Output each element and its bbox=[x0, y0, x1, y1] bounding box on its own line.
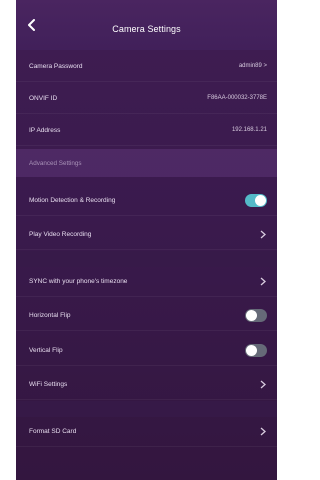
sync-timezone-label: SYNC with your phone's timezone bbox=[29, 277, 128, 285]
format-sd-card-row[interactable]: Format SD Card bbox=[16, 415, 277, 447]
camera-settings-screen: Camera Settings Camera Password admin89 … bbox=[16, 0, 277, 480]
ip-address-value: 192.168.1.21 bbox=[231, 127, 267, 133]
chevron-right-icon bbox=[259, 229, 267, 239]
advanced-settings-header: Advanced Settings bbox=[16, 149, 277, 177]
camera-password-row[interactable]: Camera Password admin89 > bbox=[16, 50, 277, 82]
wifi-settings-label: WiFi Settings bbox=[29, 380, 68, 388]
camera-password-value: admin89 > bbox=[238, 63, 267, 69]
horizontal-flip-row: Horizontal Flip bbox=[16, 299, 277, 331]
ip-address-label: IP Address bbox=[29, 126, 61, 134]
format-sd-card-label: Format SD Card bbox=[29, 427, 77, 435]
motion-detection-toggle[interactable] bbox=[245, 193, 267, 207]
advanced-settings-label: Advanced Settings bbox=[29, 159, 82, 167]
camera-password-label: Camera Password bbox=[29, 62, 83, 70]
motion-detection-row: Motion Detection & Recording bbox=[16, 184, 277, 216]
play-video-recording-row[interactable]: Play Video Recording bbox=[16, 218, 277, 250]
vertical-flip-toggle[interactable] bbox=[245, 343, 267, 357]
horizontal-flip-toggle[interactable] bbox=[245, 308, 267, 322]
toggle-knob bbox=[246, 344, 257, 356]
motion-detection-label: Motion Detection & Recording bbox=[29, 196, 116, 204]
vertical-flip-label: Vertical Flip bbox=[29, 346, 63, 354]
play-video-recording-label: Play Video Recording bbox=[29, 230, 92, 238]
chevron-right-icon bbox=[259, 426, 267, 436]
toggle-knob bbox=[255, 194, 266, 206]
onvif-id-label: ONVIF ID bbox=[29, 94, 58, 102]
horizontal-flip-label: Horizontal Flip bbox=[29, 311, 71, 319]
page-title: Camera Settings bbox=[112, 24, 181, 34]
toggle-knob bbox=[246, 309, 257, 321]
header-bar: Camera Settings bbox=[16, 0, 277, 50]
vertical-flip-row: Vertical Flip bbox=[16, 334, 277, 366]
wifi-settings-row[interactable]: WiFi Settings bbox=[16, 368, 277, 400]
chevron-right-icon bbox=[259, 276, 267, 286]
onvif-id-row: ONVIF ID F86AA-000032-3778E bbox=[16, 82, 277, 114]
ip-address-row: IP Address 192.168.1.21 bbox=[16, 114, 277, 146]
chevron-right-icon bbox=[259, 379, 267, 389]
onvif-id-value: F86AA-000032-3778E bbox=[207, 95, 267, 101]
sync-timezone-row[interactable]: SYNC with your phone's timezone bbox=[16, 265, 277, 297]
